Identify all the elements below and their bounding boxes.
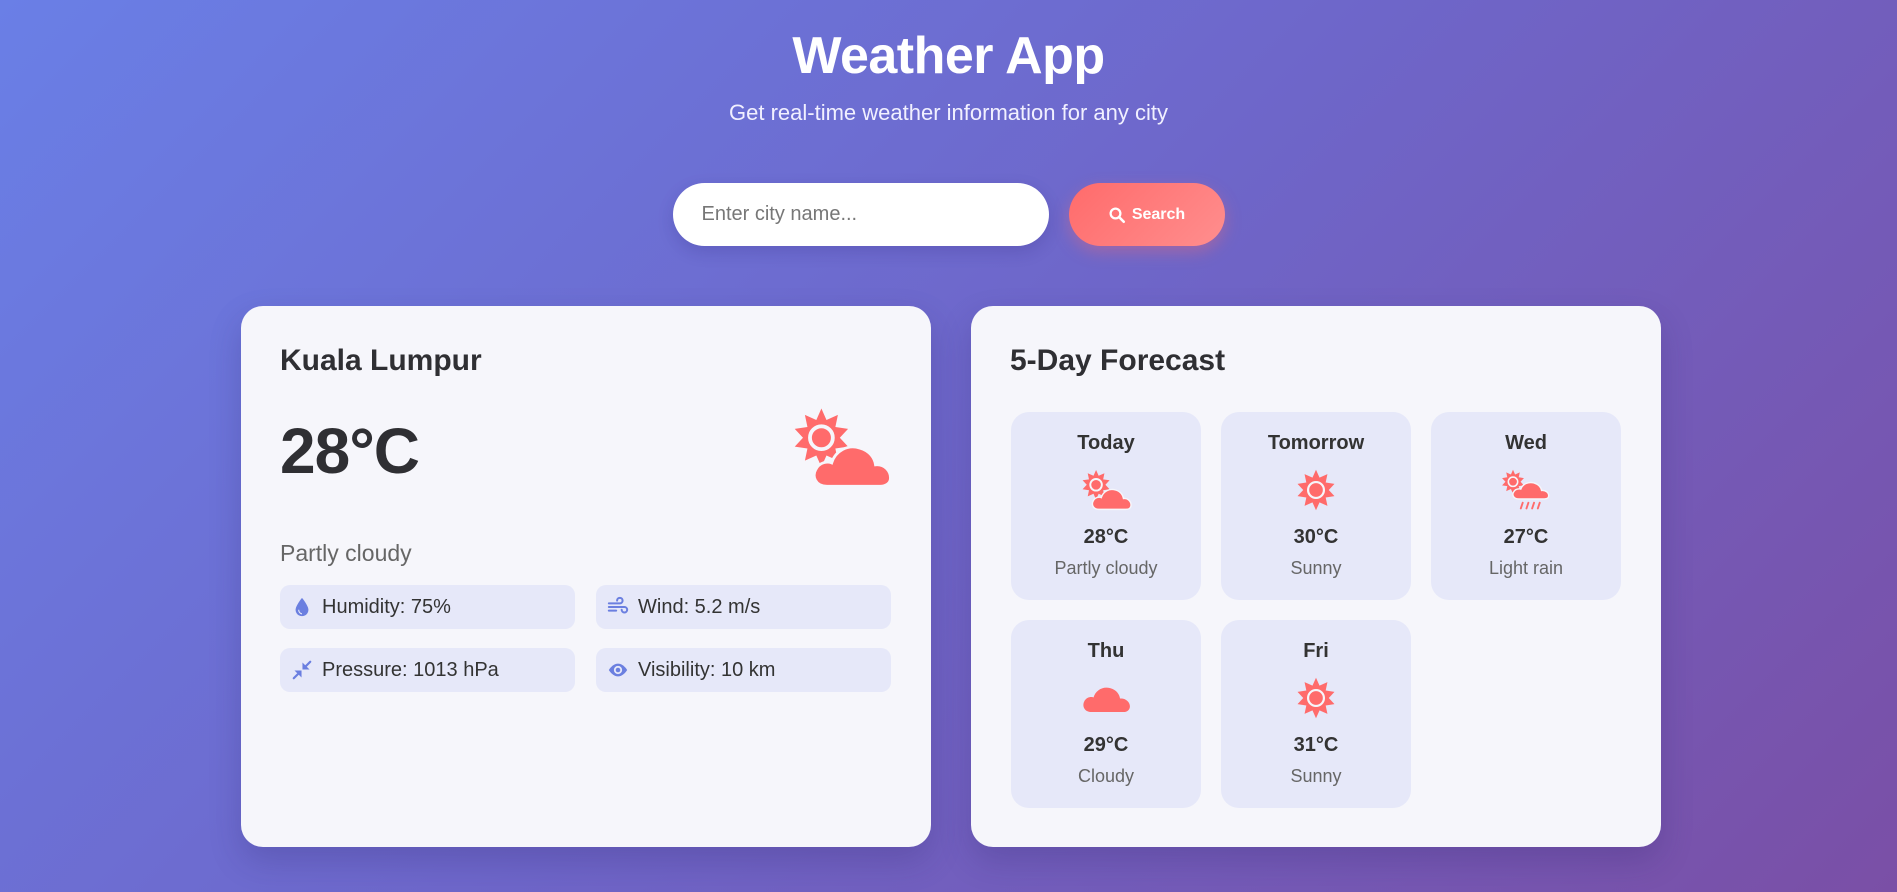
forecast-temp: 29°C [1083,734,1129,756]
forecast-desc: Cloudy [1077,766,1135,786]
weather-condition: Partly cloudy [280,540,412,566]
forecast-day-label: Tomorrow [1267,432,1365,454]
visibility-detail: Visibility: 10 km [596,648,891,692]
forecast-day-fri: Fri 31°C Sunny [1221,620,1411,808]
app-header: Weather App Get real-time weather inform… [0,24,1897,126]
forecast-day-label: Today [1077,432,1135,454]
forecast-desc: Light rain [1488,558,1564,578]
app-title: Weather App [792,27,1105,85]
compress-arrows-icon [290,658,314,682]
forecast-title: 5-Day Forecast [1010,344,1226,377]
forecast-card: 5-Day Forecast Today 28°C Partly cloudy … [971,306,1661,847]
humidity-text: Humidity: 75% [322,595,451,618]
search-bar: Search [0,183,1897,246]
forecast-temp: 30°C [1293,526,1339,548]
visibility-text: Visibility: 10 km [638,658,776,681]
forecast-desc: Partly cloudy [1054,558,1158,578]
forecast-day-thu: Thu 29°C Cloudy [1011,620,1201,808]
app-subtitle: Get real-time weather information for an… [729,100,1168,125]
forecast-desc: Sunny [1290,558,1342,578]
forecast-day-label: Fri [1303,640,1329,662]
forecast-day-today: Today 28°C Partly cloudy [1011,412,1201,600]
droplet-icon [290,595,314,619]
forecast-temp: 28°C [1083,526,1129,548]
humidity-detail: Humidity: 75% [280,585,575,629]
pressure-detail: Pressure: 1013 hPa [280,648,575,692]
search-button[interactable]: Search [1068,183,1225,246]
forecast-day-label: Wed [1505,432,1547,454]
city-name: Kuala Lumpur [280,344,482,377]
forecast-day-label: Thu [1087,640,1125,662]
partly-cloudy-icon [789,406,893,490]
search-icon [1108,206,1126,224]
forecast-temp: 31°C [1293,734,1339,756]
sun-icon [1221,676,1411,720]
forecast-desc: Sunny [1290,766,1342,786]
current-weather-card: Kuala Lumpur 28°C Partly cloudy Humidity… [241,306,931,847]
wind-detail: Wind: 5.2 m/s [596,585,891,629]
sun-rain-icon [1431,468,1621,512]
forecast-day-wed: Wed 27°C Light rain [1431,412,1621,600]
wind-text: Wind: 5.2 m/s [638,595,761,618]
pressure-text: Pressure: 1013 hPa [322,658,499,681]
cloud-icon [1011,676,1201,720]
current-temperature: 28°C [280,415,420,487]
sun-icon [1221,468,1411,512]
forecast-temp: 27°C [1503,526,1549,548]
partly-cloudy-icon [1011,468,1201,512]
city-search-input[interactable] [672,183,1049,246]
search-button-label: Search [1131,205,1186,223]
eye-icon [606,658,630,682]
wind-icon [606,595,630,619]
forecast-day-tomorrow: Tomorrow 30°C Sunny [1221,412,1411,600]
